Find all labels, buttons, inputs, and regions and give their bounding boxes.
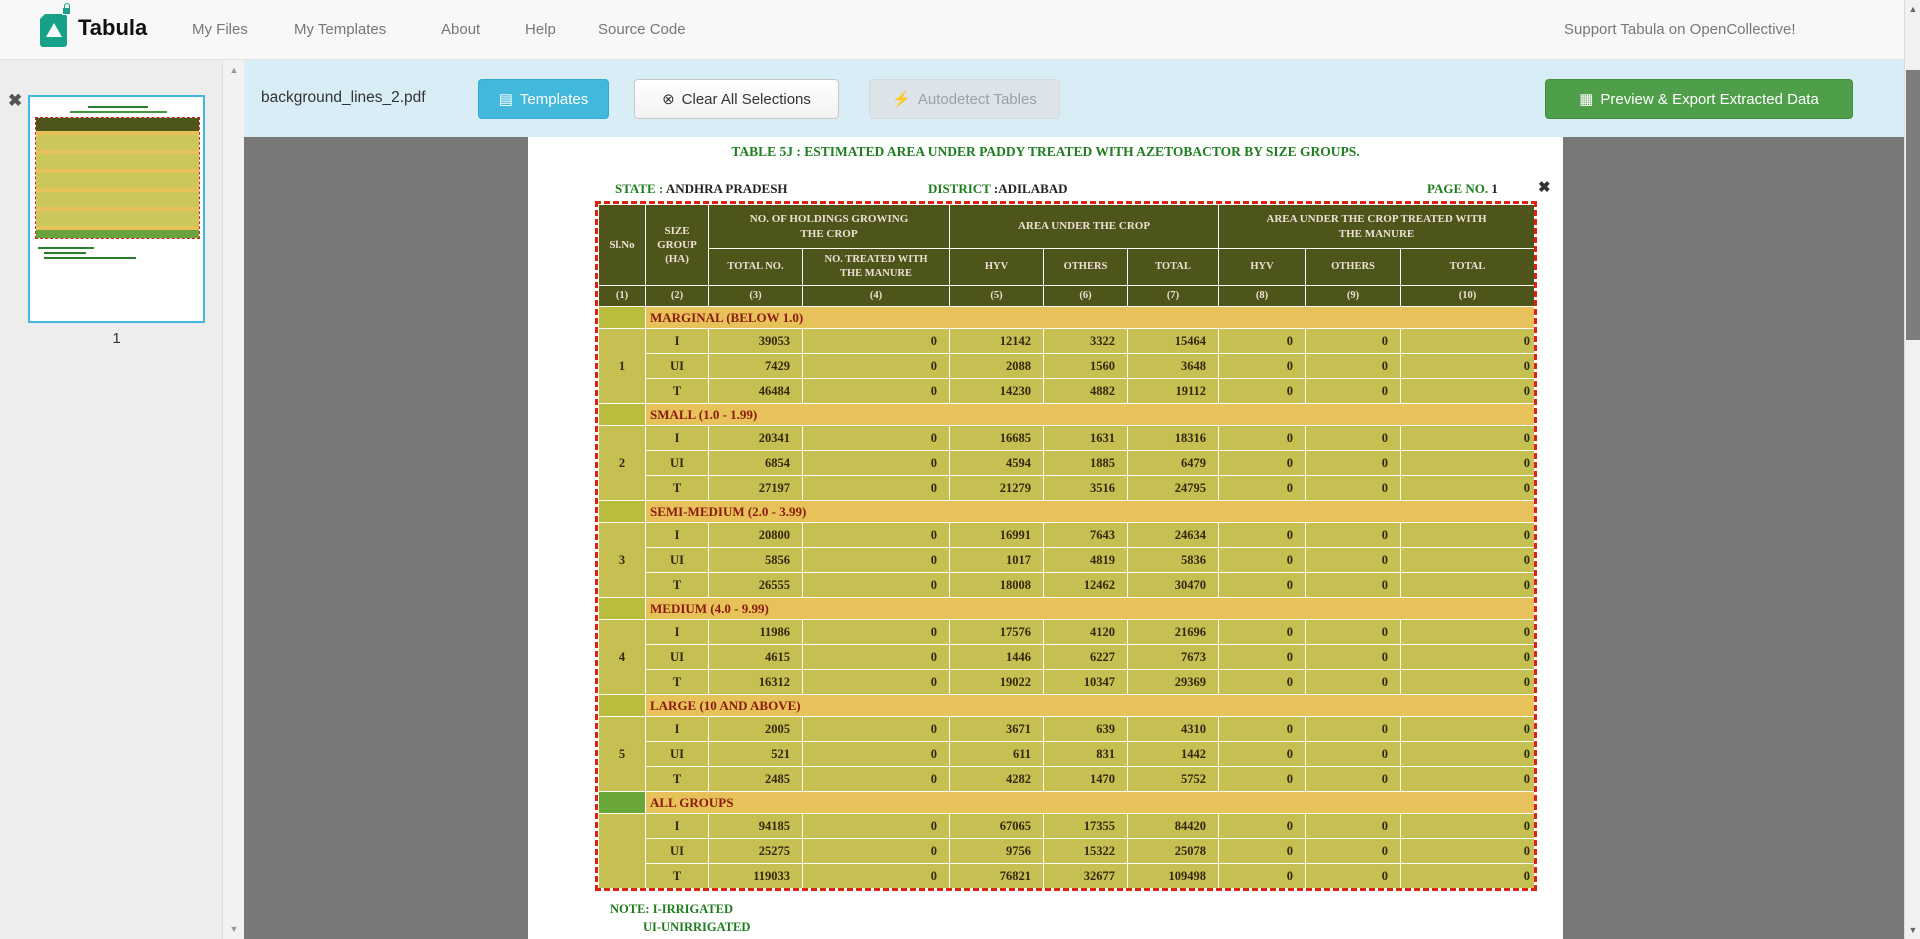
mini-note-line xyxy=(38,247,94,249)
brand-title[interactable]: Tabula xyxy=(78,15,147,41)
scroll-down-icon[interactable]: ▼ xyxy=(223,924,245,934)
nav-item-my-files[interactable]: My Files xyxy=(192,21,248,38)
scroll-up-icon[interactable]: ▲ xyxy=(1905,4,1920,14)
selection-close-icon[interactable]: ✖ xyxy=(1538,178,1551,196)
nav-item-source-code[interactable]: Source Code xyxy=(598,21,686,38)
templates-button[interactable]: ▤ Templates xyxy=(478,79,609,119)
window-scrollbar[interactable]: ▲ ▼ xyxy=(1904,0,1920,939)
thumbnail-close-icon[interactable]: ✖ xyxy=(8,92,22,109)
scroll-up-icon[interactable]: ▲ xyxy=(223,65,245,75)
page-thumbnail[interactable] xyxy=(28,95,205,323)
mini-note-line xyxy=(44,257,136,259)
page-number-label: 1 xyxy=(28,330,205,347)
scroll-down-icon[interactable]: ▼ xyxy=(1905,925,1920,935)
document-title: TABLE 5J : ESTIMATED AREA UNDER PADDY TR… xyxy=(528,144,1563,160)
scrollbar-thumb[interactable] xyxy=(1906,70,1920,340)
mini-selection-box xyxy=(35,117,200,239)
navbar: Tabula My Files My Templates About Help … xyxy=(0,0,1920,60)
main-area: background_lines_2.pdf ▤ Templates ⊗ Cle… xyxy=(244,60,1904,939)
mini-subtitle-line xyxy=(70,111,167,113)
autodetect-icon: ⚡ xyxy=(892,92,911,107)
page-no-label: PAGE NO. 1 xyxy=(1427,181,1498,197)
support-link[interactable]: Support Tabula on OpenCollective! xyxy=(1564,21,1796,38)
preview-export-button[interactable]: ▦ Preview & Export Extracted Data xyxy=(1545,79,1853,119)
page-fold-icon xyxy=(38,12,47,21)
mini-note-line xyxy=(44,252,86,254)
sidebar-scrollbar[interactable]: ▲ ▼ xyxy=(222,60,244,939)
pdf-viewer[interactable]: TABLE 5J : ESTIMATED AREA UNDER PADDY TR… xyxy=(244,137,1904,939)
nav-item-about[interactable]: About xyxy=(441,21,480,38)
sidebar: ✖ 1 xyxy=(0,60,222,939)
toolbar: background_lines_2.pdf ▤ Templates ⊗ Cle… xyxy=(244,60,1904,137)
export-table-icon: ▦ xyxy=(1579,92,1593,107)
templates-button-label: Templates xyxy=(520,91,588,108)
autodetect-tables-button: ⚡ Autodetect Tables xyxy=(869,79,1060,119)
note-line-1: NOTE: I-IRRIGATED xyxy=(610,902,733,917)
pdf-page[interactable]: TABLE 5J : ESTIMATED AREA UNDER PADDY TR… xyxy=(528,137,1563,939)
clear-icon: ⊗ xyxy=(662,92,675,107)
nav-item-help[interactable]: Help xyxy=(525,21,556,38)
note-line-2: UI-UNIRRIGATED xyxy=(643,920,750,935)
autodetect-button-label: Autodetect Tables xyxy=(918,91,1037,108)
document-filename: background_lines_2.pdf xyxy=(261,89,426,107)
templates-icon: ▤ xyxy=(499,92,513,107)
mini-title-line xyxy=(88,106,148,108)
district-label: DISTRICT :ADILABAD xyxy=(928,181,1068,197)
nav-item-my-templates[interactable]: My Templates xyxy=(294,21,386,38)
pdf-glyph-icon xyxy=(46,23,62,37)
clear-button-label: Clear All Selections xyxy=(682,91,811,108)
lock-icon xyxy=(62,7,71,15)
clear-all-selections-button[interactable]: ⊗ Clear All Selections xyxy=(634,79,839,119)
state-label: STATE : ANDHRA PRADESH xyxy=(615,181,788,197)
export-button-label: Preview & Export Extracted Data xyxy=(1600,91,1818,108)
table-selection-box[interactable] xyxy=(595,201,1537,891)
tabula-logo-icon[interactable] xyxy=(40,14,67,47)
